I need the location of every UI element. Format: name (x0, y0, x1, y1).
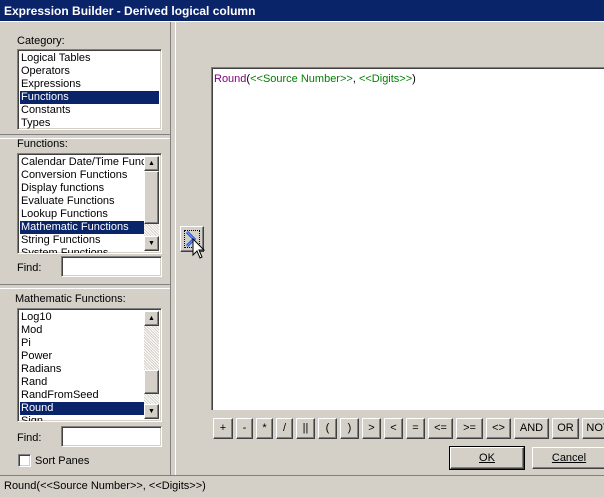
ok-label: OK (479, 452, 495, 464)
window-body: Category: Logical Tables Operators Express… (0, 22, 604, 475)
expression-text: Round(<<Source Number>>, <<Digits>>) (214, 73, 416, 85)
expression-token-punct: ) (412, 73, 416, 85)
operator-button[interactable]: ) (340, 418, 359, 439)
operator-button[interactable]: / (276, 418, 293, 439)
left-pane: Category: Logical Tables Operators Express… (0, 22, 170, 475)
math-functions-label: Mathematic Functions: (15, 293, 126, 305)
operator-button[interactable]: NOT (582, 418, 604, 439)
expression-token-arg: <<Digits>> (358, 73, 413, 85)
operator-button[interactable]: || (296, 418, 315, 439)
status-text: Round(<<Source Number>>, <<Digits>>) (4, 480, 206, 492)
list-item[interactable]: Radians (20, 363, 144, 376)
functions-find-label: Find: (17, 262, 42, 274)
operator-button[interactable]: OR (552, 418, 579, 439)
mouse-cursor-icon (192, 238, 206, 259)
operator-button[interactable]: <> (486, 418, 511, 439)
list-item[interactable]: Pi (20, 337, 144, 350)
math-scrollbar[interactable]: ▲ ▼ (144, 311, 159, 419)
operator-button[interactable]: = (406, 418, 425, 439)
math-functions-list[interactable]: Log10 Mod Pi Power Radians Rand RandFromSeed Ro… (17, 308, 162, 422)
category-label: Category: (17, 35, 65, 47)
list-item[interactable]: Round (20, 402, 144, 415)
functions-find-input[interactable] (61, 256, 162, 277)
functions-label: Functions: (17, 138, 68, 150)
list-item[interactable]: Mod (20, 324, 144, 337)
window-title: Expression Builder - Derived logical col… (4, 4, 256, 18)
scroll-up-arrow-icon[interactable]: ▲ (144, 311, 159, 326)
operator-button[interactable]: >= (456, 418, 483, 439)
scroll-down-arrow-icon[interactable]: ▼ (144, 236, 159, 251)
cancel-button[interactable]: Cancel (532, 447, 604, 469)
vertical-splitter[interactable] (170, 22, 176, 475)
list-item[interactable]: Logical Tables (20, 52, 159, 65)
operator-button[interactable]: * (256, 418, 273, 439)
list-item[interactable]: Mathematic Functions (20, 221, 144, 234)
list-item[interactable]: Functions (20, 91, 159, 104)
operator-button[interactable]: > (362, 418, 381, 439)
math-find-label: Find: (17, 432, 42, 444)
expression-editor[interactable]: Round(<<Source Number>>, <<Digits>>) (211, 67, 604, 410)
operator-button[interactable]: AND (514, 418, 549, 439)
list-item[interactable]: System Functions (20, 247, 144, 253)
functions-scrollbar[interactable]: ▲ ▼ (144, 156, 159, 251)
scroll-thumb[interactable] (144, 171, 159, 224)
math-find-input[interactable] (61, 426, 162, 447)
list-item[interactable]: Calendar Date/Time Funct (20, 156, 144, 169)
expression-token-arg: <<Source Number>> (250, 73, 353, 85)
sort-panes-checkbox[interactable] (18, 454, 31, 467)
scroll-thumb[interactable] (144, 370, 159, 394)
category-list[interactable]: Logical Tables Operators Expressions Functi… (17, 49, 162, 130)
list-item[interactable]: Types (20, 117, 159, 129)
list-item[interactable]: Rand (20, 376, 144, 389)
scroll-up-arrow-icon[interactable]: ▲ (144, 156, 159, 171)
status-bar: Round(<<Source Number>>, <<Digits>>) (0, 475, 604, 497)
operator-button[interactable]: <= (428, 418, 453, 439)
list-item[interactable]: Operators (20, 65, 159, 78)
list-item[interactable]: Expressions (20, 78, 159, 91)
list-item[interactable]: String Functions (20, 234, 144, 247)
list-item[interactable]: RandFromSeed (20, 389, 144, 402)
list-item[interactable]: Sign (20, 415, 144, 421)
functions-list[interactable]: Calendar Date/Time Funct Conversion Funct… (17, 153, 162, 254)
list-item[interactable]: Log10 (20, 311, 144, 324)
list-item[interactable]: Evaluate Functions (20, 195, 144, 208)
ok-button[interactable]: OK (449, 446, 525, 470)
scroll-down-arrow-icon[interactable]: ▼ (144, 404, 159, 419)
title-bar[interactable]: Expression Builder - Derived logical col… (0, 0, 604, 22)
list-item[interactable]: Lookup Functions (20, 208, 144, 221)
operator-button[interactable]: - (236, 418, 253, 439)
list-item[interactable]: Constants (20, 104, 159, 117)
cancel-label: Cancel (551, 452, 587, 464)
sort-panes-label: Sort Panes (35, 455, 90, 467)
operator-button[interactable]: ( (318, 418, 337, 439)
list-item[interactable]: Power (20, 350, 144, 363)
operator-button[interactable]: + (213, 418, 233, 439)
pane-splitter-2[interactable] (0, 284, 170, 289)
list-item[interactable]: Display functions (20, 182, 144, 195)
list-item[interactable]: Conversion Functions (20, 169, 144, 182)
operator-button[interactable]: < (384, 418, 403, 439)
expression-token-func: Round (214, 73, 247, 85)
